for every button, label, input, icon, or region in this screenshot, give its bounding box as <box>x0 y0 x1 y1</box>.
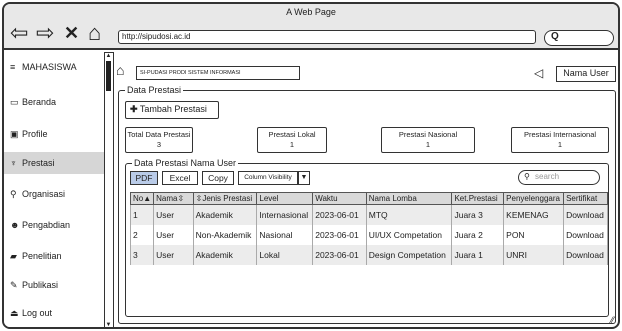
sidebar-item-label: Pengabdian <box>22 220 71 230</box>
sidebar-header: ≡ MAHASISWA <box>4 56 104 78</box>
prestasi-table: No▲ Nama⇳ ⇳Jenis Prestasi Level Waktu Na… <box>129 192 608 265</box>
home-icon[interactable]: ⌂ <box>116 62 124 78</box>
notification-icon[interactable]: ◁ <box>534 66 543 80</box>
plus-icon: ✚ <box>130 104 138 114</box>
stat-value: 1 <box>425 140 431 149</box>
url-bar[interactable]: http://sipudosi.ac.id <box>118 30 536 44</box>
stat-nasional: Prestasi Nasional 1 <box>381 127 475 153</box>
sidebar-item-penelitian[interactable]: ▰ Penelitian <box>4 245 104 267</box>
table-section: Data Prestasi Nama User PDF Excel Copy C… <box>125 158 609 317</box>
monitor-icon: ▭ <box>10 97 19 107</box>
pen-icon: ✎ <box>10 280 18 290</box>
logout-icon: ⏏ <box>10 308 19 318</box>
sidebar-item-label: Publikasi <box>22 280 59 290</box>
table-row: 2 User Non-Akademik Nasional 2023-06-01 … <box>129 224 608 245</box>
trophy-icon: ♆ <box>10 158 17 168</box>
table-header-row: No▲ Nama⇳ ⇳Jenis Prestasi Level Waktu Na… <box>129 192 608 205</box>
home-nav-icon[interactable]: ⌂ <box>88 22 101 44</box>
column-header-nama-lomba[interactable]: Nama Lomba <box>365 192 453 205</box>
stat-total: Total Data Prestasi 3 <box>125 127 193 153</box>
stat-label: Prestasi Nasional <box>398 130 458 139</box>
excel-button[interactable]: Excel <box>162 171 198 185</box>
app-brand: SI-PUDASI PRODI SISTEM INFORMASI <box>136 66 300 80</box>
pdf-button[interactable]: PDF <box>130 171 158 185</box>
stat-label: Total Data Prestasi <box>127 130 191 139</box>
scroll-up-icon[interactable]: ▲ <box>105 53 112 59</box>
sidebar-scrollbar[interactable]: ▲ ▼ <box>104 52 114 327</box>
copy-button[interactable]: Copy <box>202 171 234 185</box>
sidebar-item-label: Prestasi <box>22 158 55 168</box>
group-title: Data Prestasi <box>125 85 184 95</box>
table-row: 3 User Akademik Lokal 2023-06-01 Design … <box>129 244 608 265</box>
column-header-waktu[interactable]: Waktu <box>312 192 367 205</box>
stat-lokal: Prestasi Lokal 1 <box>257 127 327 153</box>
column-header-ket[interactable]: Ket.Prestasi <box>451 192 505 205</box>
column-header-penyelenggara[interactable]: Penyelenggara <box>503 192 565 205</box>
table-row: 1 User Akademik Internasional 2023-06-01… <box>129 204 608 225</box>
sidebar-item-prestasi[interactable]: ♆ Prestasi <box>4 152 104 174</box>
column-header-jenis[interactable]: ⇳Jenis Prestasi <box>192 192 258 205</box>
stat-value: 3 <box>156 140 162 149</box>
sidebar-item-beranda[interactable]: ▭ Beranda <box>4 91 104 113</box>
search-icon: Q <box>551 31 559 42</box>
column-header-no[interactable]: No▲ <box>129 192 155 205</box>
search-icon: ⚲ <box>524 172 530 181</box>
scroll-down-icon[interactable]: ▼ <box>105 322 112 327</box>
prestasi-group: Data Prestasi ✚ Tambah Prestasi Total Da… <box>118 85 616 324</box>
back-arrow-icon[interactable]: ⇦ <box>10 22 28 44</box>
window-title: A Web Page <box>286 7 336 17</box>
sidebar-item-profile[interactable]: ▣ Profile <box>4 123 104 145</box>
browser-titlebar: A Web Page ⇦ ⇨ ✕ ⌂ http://sipudosi.ac.id… <box>4 4 618 50</box>
sort-asc-icon: ▲ <box>143 194 152 203</box>
download-link[interactable]: Download <box>563 244 608 265</box>
book-icon: ▰ <box>10 251 17 261</box>
stat-label: Prestasi Internasional <box>523 130 597 139</box>
sidebar-item-label: Organisasi <box>22 189 66 199</box>
forward-arrow-icon[interactable]: ⇨ <box>36 22 54 44</box>
sidebar-header-label: MAHASISWA <box>22 62 77 72</box>
table-search-input[interactable]: ⚲ search <box>518 170 600 185</box>
download-link[interactable]: Download <box>563 224 608 245</box>
resize-handle-icon[interactable]: ⁄⁄ <box>611 315 614 325</box>
sidebar-item-pengabdian[interactable]: ☻ Pengabdian <box>4 214 104 236</box>
stat-value: 1 <box>289 140 295 149</box>
add-prestasi-button[interactable]: ✚ Tambah Prestasi <box>125 101 219 119</box>
browser-search-button[interactable]: Q <box>544 30 614 46</box>
sidebar: ≡ MAHASISWA ▭ Beranda ▣ Profile ♆ Prestasi ⚲… <box>4 52 104 327</box>
column-header-nama[interactable]: Nama⇳ <box>153 192 194 205</box>
sort-icon: ⇳ <box>177 194 185 203</box>
download-link[interactable]: Download <box>563 204 608 225</box>
search-placeholder: search <box>535 172 560 181</box>
column-visibility-button[interactable]: Column Visibility <box>238 171 298 185</box>
sidebar-item-label: Profile <box>22 129 48 139</box>
add-prestasi-label: Tambah Prestasi <box>139 104 207 114</box>
close-icon[interactable]: ✕ <box>64 22 79 44</box>
table-section-title: Data Prestasi Nama User <box>132 158 239 168</box>
stat-internasional: Prestasi Internasional 1 <box>511 127 609 153</box>
sidebar-item-label: Log out <box>22 308 53 318</box>
org-icon: ⚲ <box>10 189 17 199</box>
id-card-icon: ▣ <box>10 129 19 139</box>
column-header-sertifikat[interactable]: Sertifikat <box>563 192 608 205</box>
main-content: ⌂ SI-PUDASI PRODI SISTEM INFORMASI ◁ Nam… <box>116 52 618 327</box>
menu-icon: ≡ <box>10 62 16 72</box>
column-header-level[interactable]: Level <box>256 192 314 205</box>
sidebar-item-logout[interactable]: ⏏ Log out <box>4 302 104 324</box>
sidebar-item-label: Beranda <box>22 97 57 107</box>
scrollbar-thumb[interactable] <box>106 61 111 91</box>
sidebar-item-organisasi[interactable]: ⚲ Organisasi <box>4 183 104 205</box>
stat-value: 1 <box>557 140 563 149</box>
user-name-box[interactable]: Nama User <box>556 66 616 82</box>
sidebar-item-label: Penelitian <box>22 251 62 261</box>
people-icon: ☻ <box>10 220 20 230</box>
sidebar-item-publikasi[interactable]: ✎ Publikasi <box>4 274 104 296</box>
chevron-down-icon[interactable]: ▼ <box>298 171 310 185</box>
stat-label: Prestasi Lokal <box>268 130 316 139</box>
browser-window: A Web Page ⇦ ⇨ ✕ ⌂ http://sipudosi.ac.id… <box>2 2 620 329</box>
